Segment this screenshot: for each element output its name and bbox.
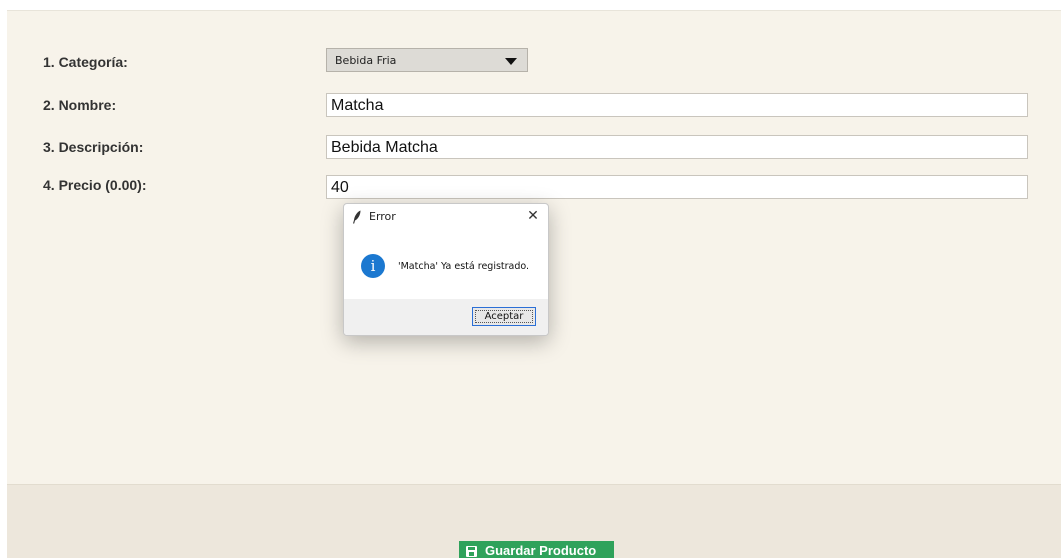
top-strip bbox=[0, 0, 1061, 10]
price-label: 4. Precio (0.00): bbox=[43, 177, 147, 193]
category-selected-value: Bebida Fria bbox=[335, 54, 397, 67]
floppy-disk-icon bbox=[466, 546, 477, 557]
description-input[interactable]: Bebida Matcha bbox=[326, 135, 1028, 159]
dialog-body: i 'Matcha' Ya está registrado. bbox=[344, 229, 548, 299]
accept-button[interactable]: Aceptar bbox=[472, 307, 536, 326]
dialog-title: Error bbox=[369, 210, 396, 223]
dialog-titlebar[interactable]: Error ✕ bbox=[344, 204, 548, 229]
dropdown-arrow-icon[interactable] bbox=[505, 58, 517, 65]
category-select[interactable]: Bebida Fria bbox=[326, 48, 528, 72]
window-edge bbox=[0, 10, 7, 558]
name-label: 2. Nombre: bbox=[43, 97, 117, 113]
category-label: 1. Categoría: bbox=[43, 54, 128, 70]
save-product-label: Guardar Producto bbox=[485, 543, 597, 558]
feather-icon bbox=[353, 210, 361, 224]
close-icon[interactable]: ✕ bbox=[522, 206, 544, 226]
info-icon: i bbox=[361, 254, 385, 278]
dialog-message: 'Matcha' Ya está registrado. bbox=[398, 261, 530, 272]
save-product-button[interactable]: Guardar Producto bbox=[459, 541, 614, 558]
error-dialog: Error ✕ i 'Matcha' Ya está registrado. A… bbox=[343, 203, 549, 336]
price-input[interactable]: 40 bbox=[326, 175, 1028, 199]
description-label: 3. Descripción: bbox=[43, 139, 144, 155]
name-input[interactable]: Matcha bbox=[326, 93, 1028, 117]
dialog-footer: Aceptar bbox=[344, 299, 548, 335]
